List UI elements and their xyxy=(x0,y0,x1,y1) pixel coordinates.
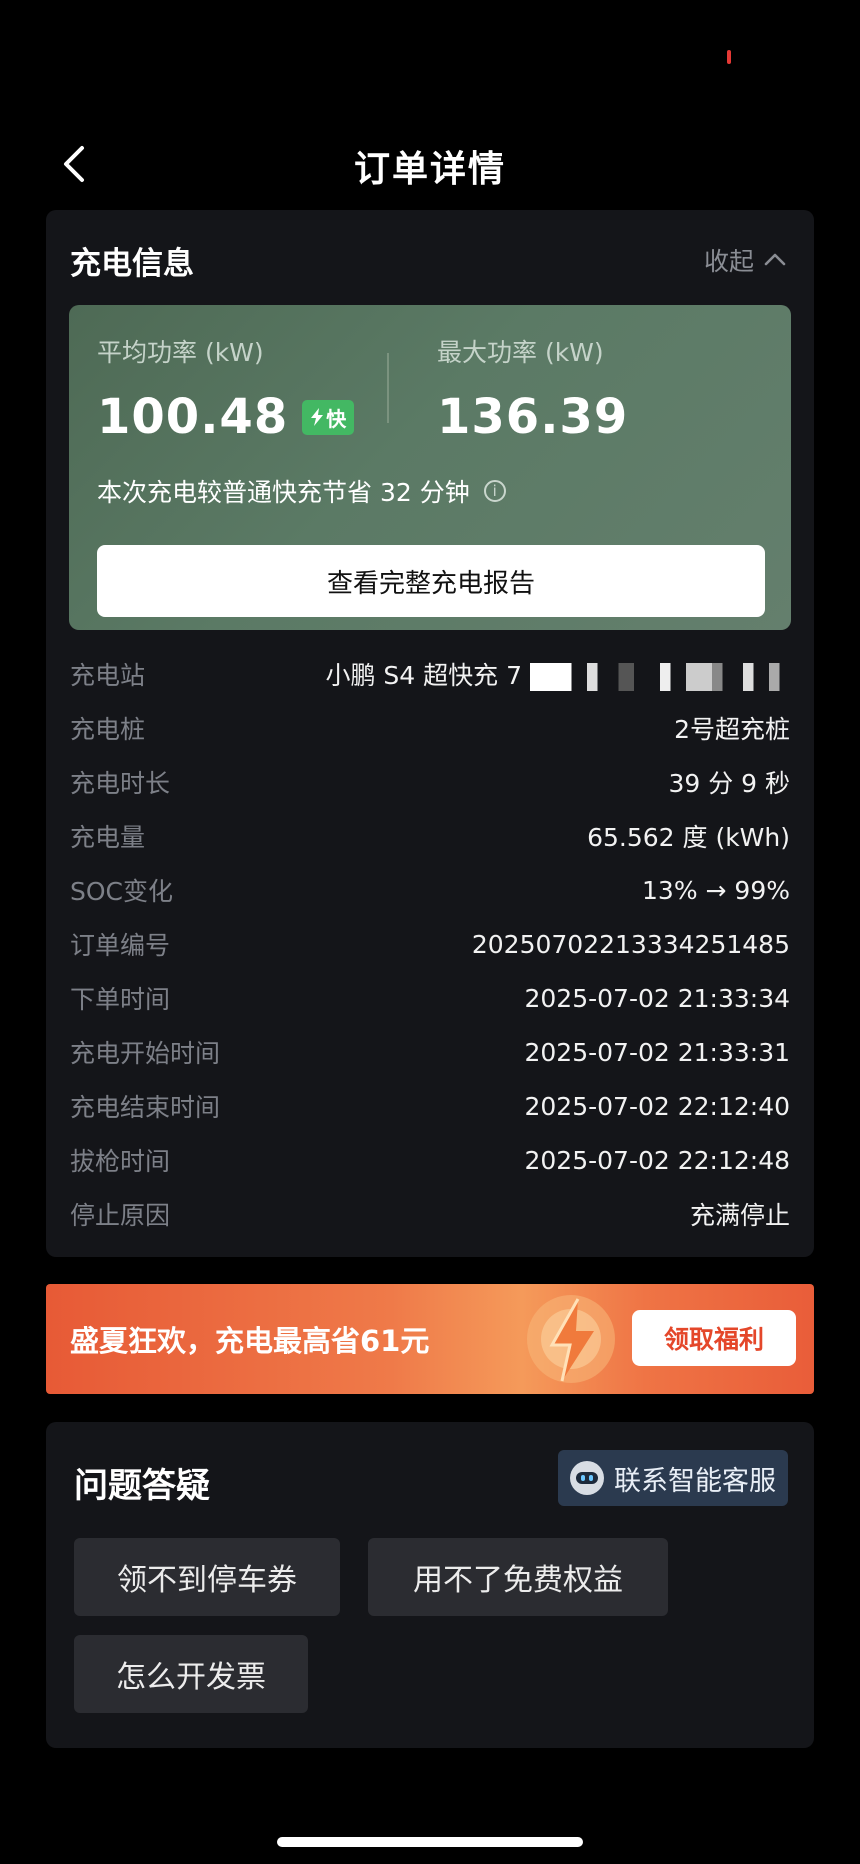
station-name: 小鹏 S4 超快充 7 xyxy=(325,661,522,690)
nav-bar: 订单详情 xyxy=(0,130,860,196)
row-value: 小鹏 S4 超快充 7 xyxy=(325,656,790,692)
charge-info-card: 充电信息 收起 平均功率 (kW) 100.48 快 最大功率 (kW) 136… xyxy=(46,210,814,1257)
list-item: 停止原因 充满停止 xyxy=(70,1187,790,1241)
row-label: 拔枪时间 xyxy=(70,1147,171,1176)
list-item: 充电开始时间 2025-07-02 21:33:31 xyxy=(70,1025,790,1079)
section-title: 充电信息 xyxy=(70,246,194,282)
max-power-value: 136.39 xyxy=(437,389,629,445)
row-label: 充电量 xyxy=(70,823,146,852)
redacted-text xyxy=(530,663,790,691)
row-label: 充电开始时间 xyxy=(70,1039,221,1068)
info-icon[interactable]: i xyxy=(483,480,506,502)
row-value: 2025-07-02 21:33:31 xyxy=(524,1037,790,1067)
max-power-label: 最大功率 (kW) xyxy=(437,338,604,367)
contact-service-label: 联系智能客服 xyxy=(614,1465,776,1497)
faq-title: 问题答疑 xyxy=(74,1466,210,1506)
avg-power-value: 100.48 xyxy=(97,389,289,445)
max-power: 最大功率 (kW) 136.39 xyxy=(437,333,628,445)
collapse-button[interactable]: 收起 xyxy=(704,242,788,278)
list-item: 充电桩 2号超充桩 xyxy=(70,701,790,755)
row-label: 停止原因 xyxy=(70,1201,171,1230)
row-label: 充电站 xyxy=(70,661,146,690)
view-report-button[interactable]: 查看完整充电报告 xyxy=(97,545,765,617)
row-label: 下单时间 xyxy=(70,985,171,1014)
row-value: 2号超充桩 xyxy=(674,715,790,744)
list-item: 充电时长 39 分 9 秒 xyxy=(70,755,790,809)
promo-banner[interactable]: 盛夏狂欢，充电最高省61元 领取福利 xyxy=(46,1284,814,1394)
collapse-label: 收起 xyxy=(703,247,754,276)
list-item: 订单编号 20250702213334251485 xyxy=(70,917,790,971)
chevron-up-icon xyxy=(764,253,786,266)
row-value: 2025-07-02 22:12:48 xyxy=(524,1145,790,1175)
promo-text: 盛夏狂欢，充电最高省61元 xyxy=(70,1324,430,1358)
row-label: 充电桩 xyxy=(70,715,146,744)
bolt-icon xyxy=(527,1295,615,1383)
claim-benefit-button[interactable]: 领取福利 xyxy=(632,1310,796,1366)
list-item: 充电量 65.562 度 (kWh) xyxy=(70,809,790,863)
row-value: 13% → 99% xyxy=(642,875,790,905)
row-value: 65.562 度 (kWh) xyxy=(587,823,790,852)
avg-power: 平均功率 (kW) 100.48 快 xyxy=(97,333,355,445)
row-label: 充电时长 xyxy=(70,769,171,798)
charge-detail-list: 充电站 小鹏 S4 超快充 7 充电桩 2号超充桩 充电时长 39 分 9 秒 … xyxy=(70,647,790,1241)
row-value: 充满停止 xyxy=(689,1201,790,1230)
row-value: 2025-07-02 22:12:40 xyxy=(524,1091,790,1121)
row-value: 39 分 9 秒 xyxy=(668,769,790,798)
faq-chip-invoice[interactable]: 怎么开发票 xyxy=(74,1635,308,1713)
faq-chip-benefit[interactable]: 用不了免费权益 xyxy=(368,1538,668,1616)
robot-icon xyxy=(570,1461,604,1495)
row-label: 充电结束时间 xyxy=(70,1093,221,1122)
row-label: 订单编号 xyxy=(70,931,171,960)
contact-service-button[interactable]: 联系智能客服 xyxy=(558,1450,788,1506)
page-title: 订单详情 xyxy=(353,149,506,190)
saving-text: 本次充电较普通快充节省 32 分钟 xyxy=(97,478,470,507)
bolt-icon xyxy=(311,408,324,426)
row-value: 2025-07-02 21:33:34 xyxy=(524,983,790,1013)
fast-badge-label: 快 xyxy=(326,406,347,431)
saving-note: 本次充电较普通快充节省 32 分钟 i xyxy=(97,473,506,509)
list-item: 充电站 小鹏 S4 超快充 7 xyxy=(70,647,790,701)
faq-chip-parking[interactable]: 领不到停车券 xyxy=(74,1538,340,1616)
fast-badge: 快 xyxy=(302,399,355,435)
row-value: 20250702213334251485 xyxy=(471,929,790,959)
list-item: 拔枪时间 2025-07-02 22:12:48 xyxy=(70,1133,790,1187)
divider xyxy=(387,353,389,423)
list-item: 充电结束时间 2025-07-02 22:12:40 xyxy=(70,1079,790,1133)
power-summary-box: 平均功率 (kW) 100.48 快 最大功率 (kW) 136.39 本次充电… xyxy=(69,305,791,630)
home-indicator[interactable] xyxy=(277,1837,583,1847)
avg-power-label: 平均功率 (kW) xyxy=(97,338,264,367)
list-item: SOC变化 13% → 99% xyxy=(70,863,790,917)
status-indicator xyxy=(727,50,731,64)
list-item: 下单时间 2025-07-02 21:33:34 xyxy=(70,971,790,1025)
faq-card: 问题答疑 联系智能客服 领不到停车券 用不了免费权益 怎么开发票 xyxy=(46,1422,814,1748)
row-label: SOC变化 xyxy=(70,877,174,906)
